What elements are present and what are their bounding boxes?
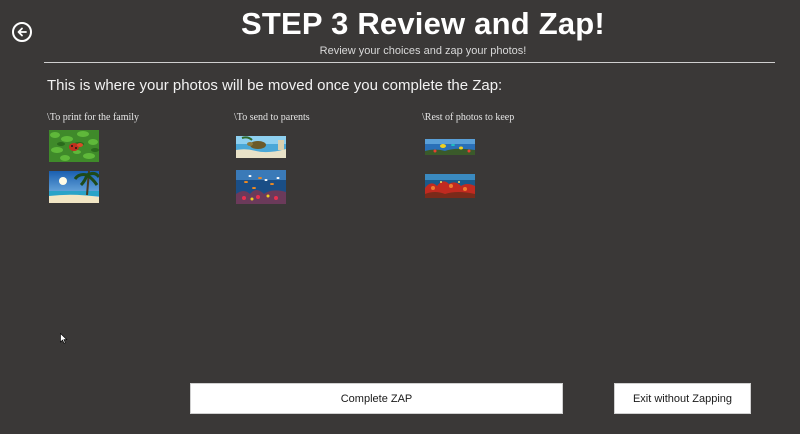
folder-label: \To print for the family bbox=[47, 112, 140, 123]
folder-label: \To send to parents bbox=[234, 112, 310, 123]
folder-label: \Rest of photos to keep bbox=[422, 112, 515, 123]
photo-thumbnail-reef-fish[interactable] bbox=[236, 170, 286, 204]
photo-thumbnail-tropical-fish[interactable] bbox=[425, 139, 475, 155]
photo-thumbnail-beach[interactable] bbox=[49, 171, 99, 203]
complete-zap-button[interactable]: Complete ZAP bbox=[190, 383, 563, 414]
folder-column-print: \To print for the family bbox=[47, 112, 227, 129]
exit-without-zapping-button[interactable]: Exit without Zapping bbox=[614, 383, 751, 414]
intro-text: This is where your photos will be moved … bbox=[47, 77, 503, 94]
page-subtitle: Review your choices and zap your photos! bbox=[319, 45, 527, 57]
folder-column-keep: \Rest of photos to keep bbox=[422, 112, 602, 129]
header-divider bbox=[44, 62, 775, 63]
mouse-cursor-icon bbox=[60, 333, 68, 344]
page-title: STEP 3 Review and Zap! bbox=[241, 6, 605, 41]
folder-column-parents: \To send to parents bbox=[234, 112, 414, 129]
photo-thumbnail-leaves[interactable] bbox=[49, 130, 99, 162]
photo-thumbnail-turtle[interactable] bbox=[236, 136, 286, 158]
photo-thumbnail-red-coral[interactable] bbox=[425, 174, 475, 198]
